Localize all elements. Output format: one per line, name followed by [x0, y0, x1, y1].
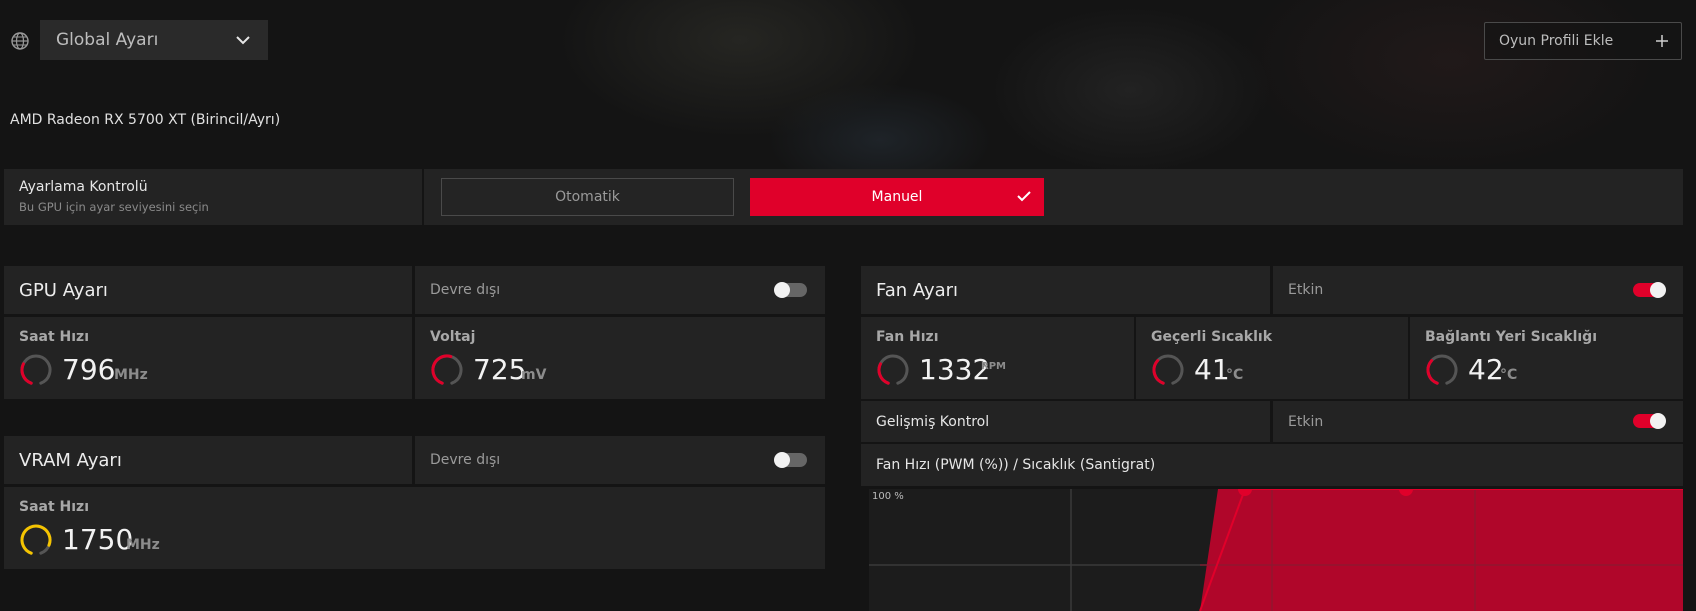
junction-temp-value: 42 [1468, 353, 1504, 386]
plus-icon [1656, 35, 1668, 47]
gpu-clock-unit: MHz [114, 367, 148, 383]
gauge-fill [1152, 359, 1165, 385]
toggle-knob [1650, 282, 1666, 298]
advanced-control-label: Gelişmiş Kontrol [876, 413, 990, 430]
fan-tuning-state: Etkin [1288, 282, 1324, 298]
gauge-fill [431, 354, 453, 385]
tuning-control-title: Ayarlama Kontrolü [19, 179, 148, 195]
current-temp-metric: Geçerli Sıcaklık 41 °C [1136, 317, 1408, 399]
tuning-control-panel: Ayarlama Kontrolü Bu GPU için ayar seviy… [4, 169, 422, 225]
fan-speed-unit: RPM [981, 361, 1006, 372]
gpu-name: AMD Radeon RX 5700 XT (Birincil/Ayrı) [10, 112, 281, 128]
fan-curve-header: Fan Hızı (PWM (%)) / Sıcaklık (Santigrat… [861, 444, 1683, 486]
fan-curve-chart[interactable]: 100 % [869, 489, 1683, 611]
gauge-fill [1426, 359, 1439, 385]
check-icon [1017, 191, 1031, 202]
gpu-voltage-label: Voltaj [430, 329, 476, 345]
vram-clock-metric: Saat Hızı 1750 MHz [4, 487, 825, 569]
gpu-tuning-toggle-row[interactable]: Devre dışı [415, 266, 825, 314]
junction-temp-unit: °C [1500, 367, 1518, 383]
junction-temp-metric: Bağlantı Yeri Sıcaklığı 42 °C [1410, 317, 1683, 399]
fan-speed-label: Fan Hızı [876, 329, 939, 345]
add-game-profile-label: Oyun Profili Ekle [1499, 33, 1614, 49]
fan-speed-gauge-icon [877, 354, 909, 385]
gpu-tuning-toggle[interactable] [774, 282, 807, 298]
current-temp-value: 41 [1194, 353, 1230, 386]
vram-tuning-toggle-row[interactable]: Devre dışı [415, 436, 825, 484]
junction-temp-label: Bağlantı Yeri Sıcaklığı [1425, 329, 1597, 345]
gpu-voltage-value: 725 [473, 353, 527, 386]
tuning-manual-label: Manuel [871, 189, 923, 205]
gpu-voltage-gauge-icon [431, 354, 463, 385]
advanced-control-toggle-row[interactable]: Etkin [1273, 401, 1683, 442]
advanced-control-toggle[interactable] [1633, 413, 1666, 429]
advanced-control-header: Gelişmiş Kontrol [861, 401, 1270, 442]
fan-tuning-toggle[interactable] [1633, 282, 1666, 298]
vram-clock-gauge-icon [20, 524, 52, 555]
fan-curve-svg[interactable] [869, 489, 1683, 611]
fan-tuning-header: Fan Ayarı [861, 266, 1270, 314]
current-temp-unit: °C [1226, 367, 1244, 383]
add-game-profile-button[interactable]: Oyun Profili Ekle [1484, 22, 1682, 60]
chevron-down-icon [236, 35, 250, 44]
gpu-tuning-title: GPU Ayarı [19, 279, 108, 301]
gpu-tuning-header: GPU Ayarı [4, 266, 412, 314]
fan-speed-metric: Fan Hızı 1332 RPM [861, 317, 1134, 399]
fan-tuning-toggle-row[interactable]: Etkin [1273, 266, 1683, 314]
gpu-voltage-metric: Voltaj 725 mV [415, 317, 825, 399]
vram-tuning-state: Devre dışı [430, 452, 501, 468]
fan-curve-y-label: 100 % [872, 491, 904, 502]
tuning-manual-button[interactable]: Manuel [750, 178, 1044, 216]
tuning-control-subtitle: Bu GPU için ayar seviyesini seçin [19, 200, 209, 214]
gpu-clock-value: 796 [62, 353, 116, 386]
current-temp-gauge-icon [1152, 354, 1184, 385]
junction-temp-gauge-icon [1426, 354, 1458, 385]
gpu-clock-metric: Saat Hızı 796 MHz [4, 317, 412, 399]
gpu-voltage-unit: mV [521, 367, 547, 383]
gauge-fill [877, 362, 890, 385]
toggle-knob [1650, 413, 1666, 429]
tuning-auto-label: Otomatik [555, 189, 620, 205]
fan-speed-value: 1332 [919, 353, 991, 386]
current-temp-label: Geçerli Sıcaklık [1151, 329, 1273, 345]
profile-select[interactable]: Global Ayarı [40, 20, 268, 60]
gpu-clock-label: Saat Hızı [19, 329, 90, 345]
vram-tuning-title: VRAM Ayarı [19, 449, 122, 471]
globe-icon[interactable] [10, 31, 30, 51]
toggle-knob [774, 282, 790, 298]
vram-tuning-header: VRAM Ayarı [4, 436, 412, 484]
fan-tuning-title: Fan Ayarı [876, 279, 959, 301]
vram-tuning-toggle[interactable] [774, 452, 807, 468]
fan-curve-title: Fan Hızı (PWM (%)) / Sıcaklık (Santigrat… [876, 457, 1156, 473]
gpu-clock-gauge-icon [20, 354, 52, 385]
gauge-fill [20, 362, 33, 385]
toggle-knob [774, 452, 790, 468]
profile-select-label: Global Ayarı [56, 30, 159, 50]
tuning-auto-button[interactable]: Otomatik [441, 178, 734, 216]
vram-clock-value: 1750 [62, 523, 134, 556]
advanced-control-state: Etkin [1288, 413, 1324, 430]
vram-clock-unit: MHz [126, 537, 160, 553]
vram-clock-label: Saat Hızı [19, 499, 90, 515]
gpu-tuning-state: Devre dışı [430, 282, 501, 298]
